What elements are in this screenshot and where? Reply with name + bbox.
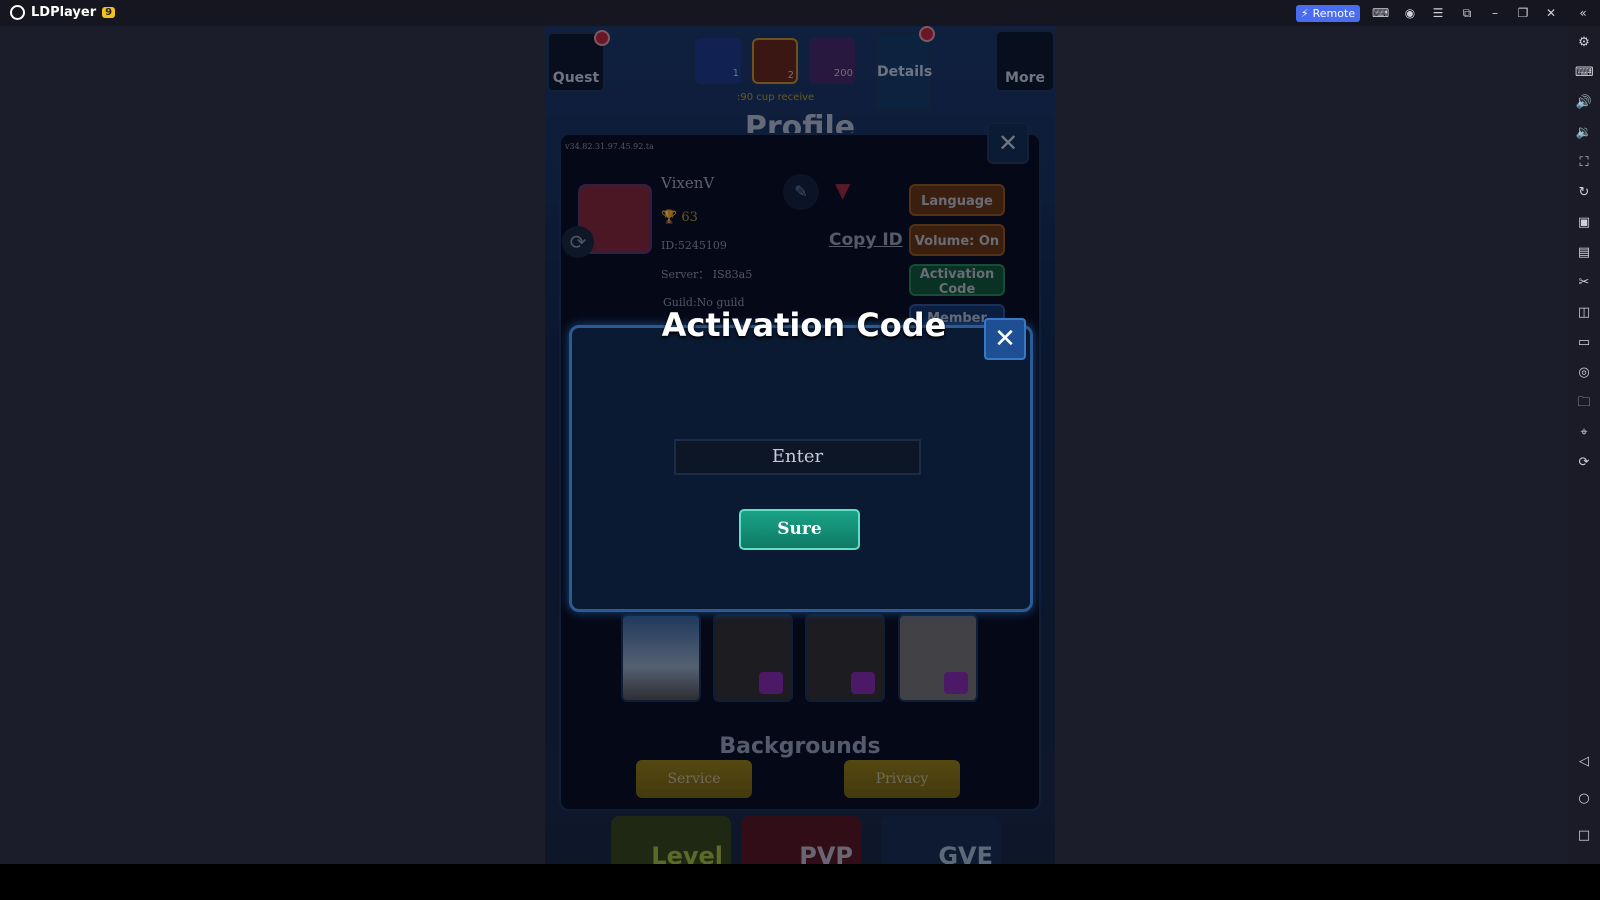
app-logo: LDPlayer 9 <box>10 5 116 20</box>
activation-code-input[interactable]: Enter <box>674 439 921 475</box>
cut-icon[interactable]: ✂ <box>1575 274 1593 292</box>
apk-icon[interactable]: ▤ <box>1575 244 1593 262</box>
right-sidebar <box>1568 26 1600 864</box>
menu-icon[interactable]: ☰ <box>1430 5 1446 21</box>
back-icon[interactable]: ◁ <box>1575 753 1593 771</box>
shake-icon[interactable]: ◎ <box>1575 364 1593 382</box>
game-screen: Quest 1 2 200 Details More :90 cup recei… <box>545 26 1055 864</box>
multi-instance-icon[interactable]: ◫ <box>1575 304 1593 322</box>
remote-button[interactable]: ⚡ Remote <box>1296 5 1360 22</box>
title-bar: LDPlayer 9 ⚡ Remote ⌨ ◉ ☰ ⧉ – ❐ ✕ « <box>0 0 1600 26</box>
screen-icon[interactable]: ⧉ <box>1459 5 1475 21</box>
activation-code-dialog: Activation Code ✕ Enter Sure <box>569 306 1033 612</box>
volume-up-icon[interactable]: 🔊 <box>1575 94 1593 112</box>
bottom-bar <box>0 864 1600 900</box>
screenshot-icon[interactable]: ▣ <box>1575 214 1593 232</box>
account-icon[interactable]: ◉ <box>1402 5 1418 21</box>
sure-button[interactable]: Sure <box>739 509 860 550</box>
ldplayer-logo-icon <box>10 5 25 20</box>
close-icon[interactable]: ✕ <box>1543 5 1559 21</box>
dialog-close-button[interactable]: ✕ <box>984 318 1026 360</box>
dialog-title: Activation Code <box>661 306 947 344</box>
settings-icon[interactable]: ⚙ <box>1575 34 1593 52</box>
volume-down-icon[interactable]: 🔉 <box>1575 124 1593 142</box>
remote-label: Remote <box>1312 7 1356 20</box>
lightning-icon: ⚡ <box>1300 7 1309 20</box>
recents-icon[interactable]: □ <box>1575 827 1593 845</box>
gamepad-icon[interactable]: ⌨ <box>1372 5 1389 21</box>
restore-icon[interactable]: ❐ <box>1515 5 1531 21</box>
collapse-icon[interactable]: « <box>1575 5 1591 21</box>
location-icon[interactable]: ⌖ <box>1575 424 1593 442</box>
fullscreen-icon[interactable]: ⛶ <box>1575 154 1593 172</box>
minimize-icon[interactable]: – <box>1487 5 1503 21</box>
vip-badge: 9 <box>102 7 116 18</box>
keyboard-icon[interactable]: ⌨ <box>1575 64 1594 82</box>
sync-icon[interactable]: ↻ <box>1575 184 1593 202</box>
rotate-icon[interactable]: ⟳ <box>1575 454 1593 472</box>
operations-icon[interactable]: ▭ <box>1575 334 1593 352</box>
folder-icon[interactable]: 🗀 <box>1575 394 1593 412</box>
home-icon[interactable]: ○ <box>1575 790 1593 808</box>
app-title: LDPlayer <box>31 5 97 20</box>
